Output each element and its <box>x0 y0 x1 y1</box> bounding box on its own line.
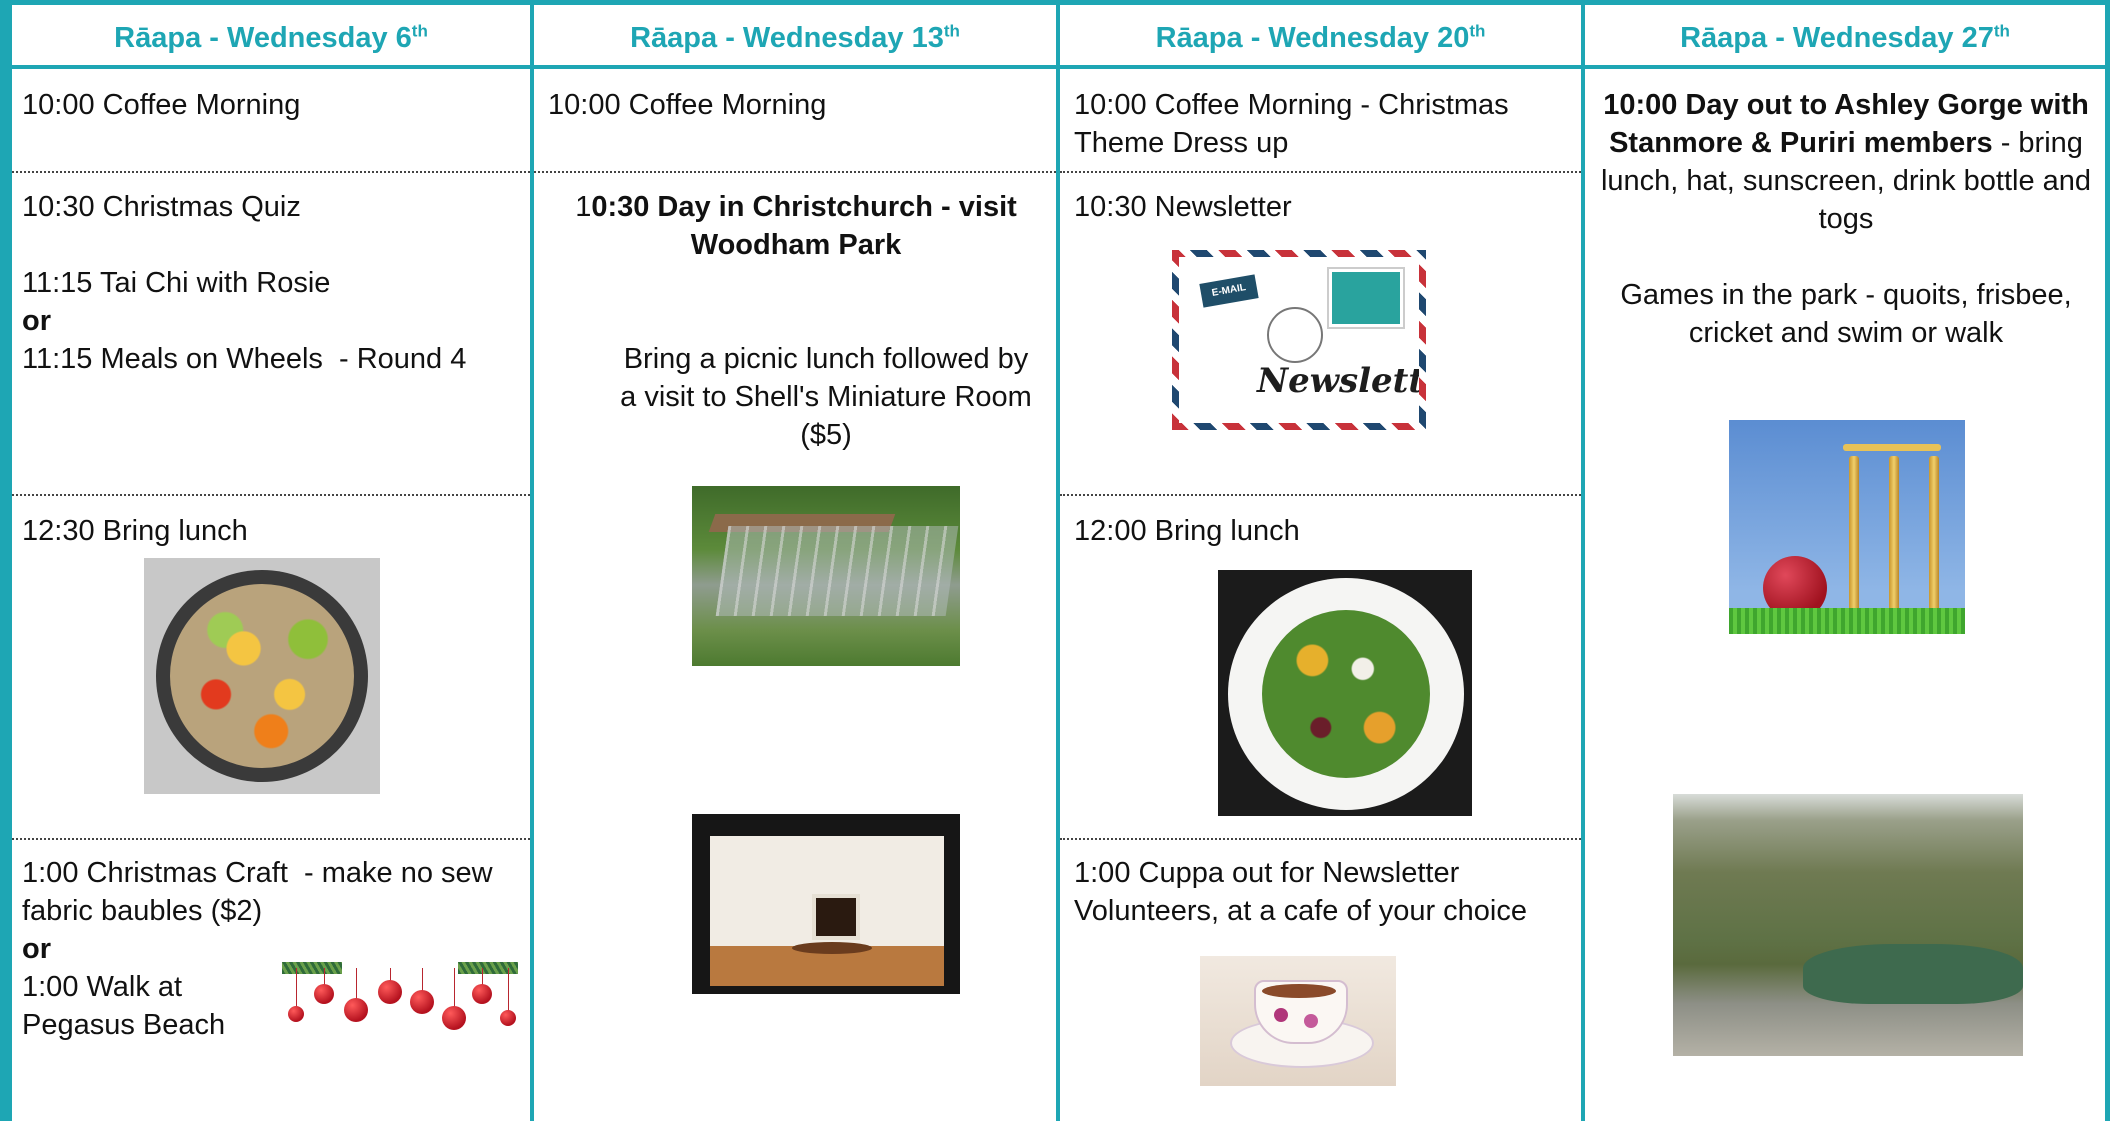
header-wednesday-6: Rāapa - Wednesday 6th <box>114 21 428 54</box>
event-park-games: Games in the park - quoits, frisbee, cri… <box>1620 279 2072 349</box>
cricket-image <box>1729 420 1965 634</box>
header-wednesday-20: Rāapa - Wednesday 20th <box>1155 21 1486 54</box>
newsletter-script: Newsletter <box>1257 361 1425 401</box>
christmas-baubles-image <box>282 962 518 1044</box>
row-separator <box>1060 494 1581 496</box>
salad-image <box>1218 570 1472 816</box>
or-label: or <box>22 933 51 965</box>
header-wednesday-13: Rāapa - Wednesday 13th <box>630 21 960 54</box>
event-cuppa-out: 1:00 Cuppa out for Newsletter Volunteers… <box>1074 857 1527 927</box>
header-divider <box>12 65 2105 69</box>
or-label: or <box>22 305 51 337</box>
event-meals-on-wheels: 11:15 Meals on Wheels - Round 4 <box>22 343 467 375</box>
header-wednesday-27: Rāapa - Wednesday 27th <box>1680 21 2010 54</box>
teacup-image <box>1200 956 1396 1086</box>
event-coffee-morning: 10:00 Coffee Morning <box>548 89 827 121</box>
row-separator <box>1060 838 1581 840</box>
schedule-page: Rāapa - Wednesday 6th Rāapa - Wednesday … <box>0 0 2110 1121</box>
event-bring-lunch: 12:00 Bring lunch <box>1074 515 1300 547</box>
event-newsletter: 10:30 Newsletter <box>1074 191 1292 223</box>
column-divider <box>1581 0 1585 1121</box>
row-separator <box>12 838 530 840</box>
event-christchurch-trip: 10:30 Day in Christchurch - visit Woodha… <box>575 191 1017 261</box>
column-divider <box>1056 0 1060 1121</box>
email-label: E-MAIL <box>1199 274 1259 308</box>
salad-image <box>144 558 380 794</box>
row-separator <box>534 171 1056 173</box>
event-coffee-morning-christmas: 10:00 Coffee Morning - Christmas Theme D… <box>1074 89 1509 159</box>
event-tai-chi: 11:15 Tai Chi with Rosie <box>22 267 331 299</box>
event-coffee-morning: 10:00 Coffee Morning <box>22 89 301 121</box>
event-picnic-info: Bring a picnic lunch followed by a visit… <box>620 343 1032 451</box>
event-ashley-gorge-trip: 10:00 Day out to Ashley Gorge with Stanm… <box>1600 89 2092 235</box>
event-christmas-craft: 1:00 Christmas Craft - make no sew fabri… <box>22 857 501 927</box>
event-bring-lunch: 12:30 Bring lunch <box>22 515 248 547</box>
event-pegasus-walk: 1:00 Walk at Pegasus Beach <box>22 971 226 1041</box>
row-separator <box>12 494 530 496</box>
ashley-gorge-image <box>1673 794 2023 1056</box>
column-divider <box>530 0 534 1121</box>
row-separator <box>12 171 530 173</box>
event-christmas-quiz: 10:30 Christmas Quiz <box>22 191 301 223</box>
row-separator <box>1060 171 1581 173</box>
woodham-park-image <box>692 486 960 666</box>
miniature-room-image <box>692 814 960 994</box>
newsletter-image: E-MAIL Newsletter <box>1172 250 1426 430</box>
